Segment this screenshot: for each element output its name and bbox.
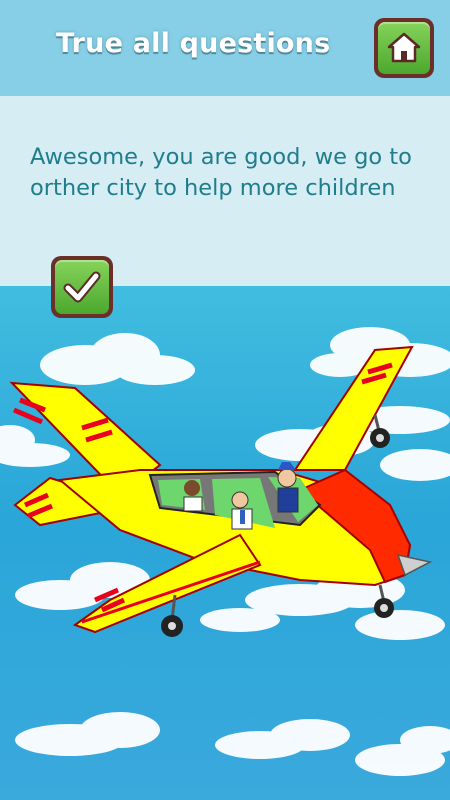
checkmark-icon	[63, 271, 101, 303]
home-icon	[387, 32, 421, 63]
continue-button[interactable]	[51, 256, 113, 318]
airplane-illustration	[0, 327, 450, 776]
sky-scene	[0, 286, 450, 800]
page-title: True all questions	[56, 28, 331, 59]
result-message: Awesome, you are good, we go to orther c…	[30, 144, 412, 201]
home-button[interactable]	[374, 18, 434, 78]
